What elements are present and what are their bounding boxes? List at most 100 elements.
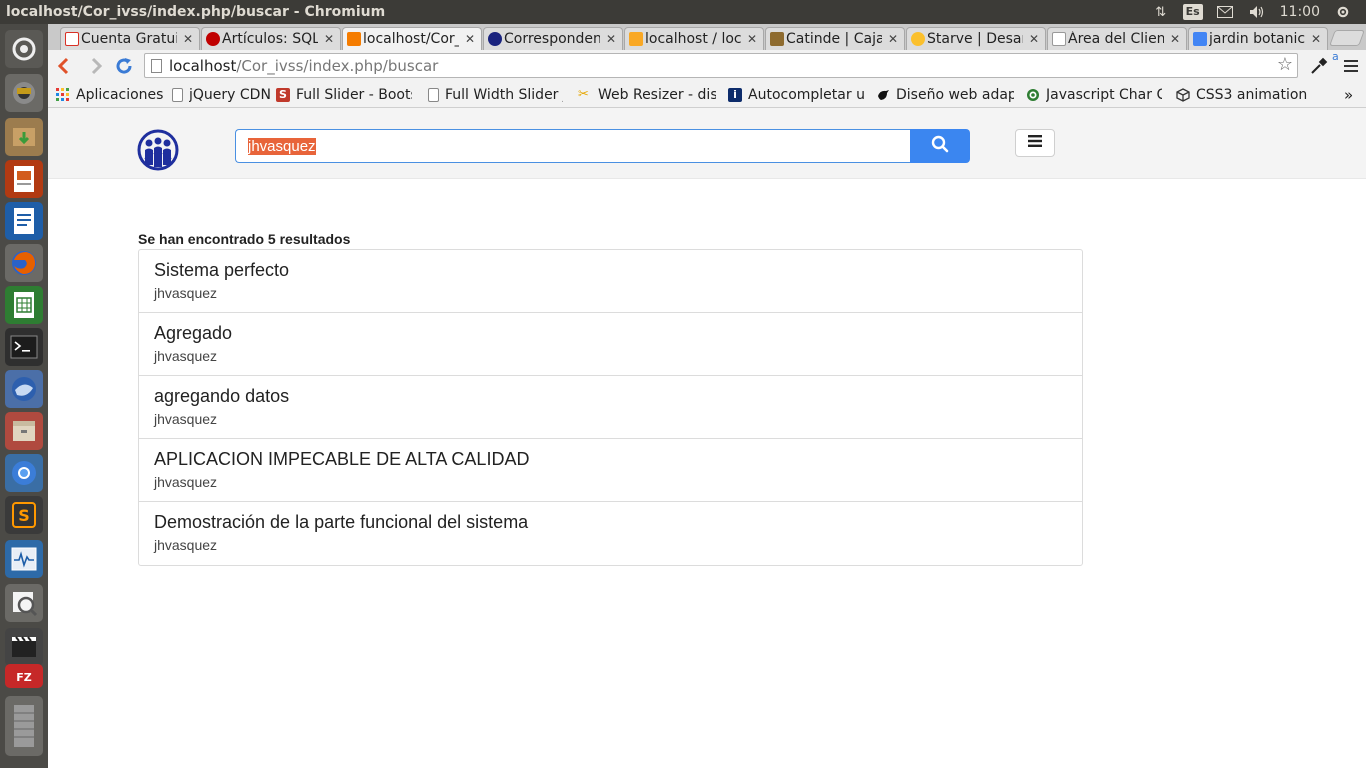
- system-monitor-icon[interactable]: [5, 540, 43, 578]
- network-transfer-icon[interactable]: ⇅: [1152, 5, 1170, 20]
- bookmark-jquery-cdn[interactable]: jQuery CDN: [172, 86, 272, 104]
- mail-icon[interactable]: [1216, 5, 1234, 19]
- bird-icon: [876, 88, 890, 102]
- browser-toolbar: localhost/Cor_ivss/index.php/buscar ☆ a: [48, 50, 1366, 82]
- page-icon: [151, 59, 162, 73]
- terminal-icon[interactable]: [5, 328, 43, 366]
- bookmarks-overflow-chevron-icon[interactable]: »: [1344, 86, 1356, 104]
- google-icon: [1193, 32, 1207, 46]
- result-author: jhvasquez: [154, 537, 218, 553]
- clock[interactable]: 11:00: [1280, 4, 1320, 20]
- libreoffice-writer-icon[interactable]: [5, 202, 43, 240]
- search-input[interactable]: jhvasquez: [235, 129, 911, 163]
- close-icon[interactable]: ✕: [747, 32, 757, 46]
- bookmark-full-width-slider[interactable]: Full Width Slider jq: [428, 86, 566, 104]
- menu-toggle-button[interactable]: [1015, 129, 1055, 157]
- result-item[interactable]: Agregado jhvasquez: [139, 313, 1082, 376]
- bookmark-star-icon[interactable]: ☆: [1277, 54, 1293, 75]
- tab-localhost-phpmyadmin[interactable]: localhost / localhost ✕: [624, 27, 764, 50]
- trash-icon[interactable]: [5, 696, 43, 756]
- phpmyadmin-icon: [629, 32, 643, 46]
- libreoffice-calc-icon[interactable]: [5, 286, 43, 324]
- gmail-icon: [65, 32, 79, 46]
- close-icon[interactable]: ✕: [465, 32, 475, 46]
- libreoffice-impress-icon[interactable]: [5, 160, 43, 198]
- back-button[interactable]: [52, 54, 76, 78]
- result-item[interactable]: Sistema perfecto jhvasquez: [139, 250, 1082, 313]
- bookmark-aplicaciones[interactable]: Aplicaciones: [56, 86, 168, 104]
- new-tab-button[interactable]: [1329, 30, 1365, 46]
- translate-extension-icon[interactable]: a: [1332, 50, 1342, 63]
- result-item[interactable]: Demostración de la parte funcional del s…: [139, 502, 1082, 565]
- volume-icon[interactable]: [1248, 5, 1266, 19]
- sublime-text-icon[interactable]: S: [5, 496, 43, 534]
- tab-articulos-sql[interactable]: Artículos: SQL ✕: [201, 27, 341, 50]
- close-icon[interactable]: ✕: [606, 32, 616, 46]
- thunderbird-icon[interactable]: [5, 370, 43, 408]
- result-item[interactable]: agregando datos jhvasquez: [139, 376, 1082, 439]
- close-icon[interactable]: ✕: [183, 32, 193, 46]
- tab-area-del-cliente[interactable]: Área del Cliente ✕: [1047, 27, 1187, 50]
- eyedropper-extension-icon[interactable]: [1310, 57, 1328, 75]
- oracle-icon: [206, 32, 220, 46]
- bookmark-web-resizer[interactable]: ✂ Web Resizer - dism: [578, 86, 718, 104]
- scissors-icon: ✂: [578, 87, 589, 102]
- result-author: jhvasquez: [154, 348, 218, 364]
- tab-localhost-cor-ivss[interactable]: localhost/Cor_ivss ✕: [342, 27, 482, 50]
- video-editor-icon[interactable]: [5, 628, 43, 666]
- bookmark-autocompletar[interactable]: i Autocompletar un: [728, 86, 868, 104]
- cube-icon: [1176, 88, 1190, 102]
- xampp-icon: [347, 32, 361, 46]
- reload-button[interactable]: [112, 54, 136, 78]
- image-viewer-icon[interactable]: [5, 584, 43, 622]
- search-button[interactable]: [910, 129, 970, 163]
- result-title[interactable]: agregando datos: [154, 386, 1067, 406]
- family-logo-icon[interactable]: [137, 129, 179, 171]
- close-icon[interactable]: ✕: [888, 32, 898, 46]
- address-bar[interactable]: localhost/Cor_ivss/index.php/buscar ☆: [144, 53, 1298, 78]
- tab-cuenta-gratuita[interactable]: Cuenta Gratuita ✕: [60, 27, 200, 50]
- bookmark-css3-animation[interactable]: CSS3 animation eff: [1176, 86, 1318, 104]
- close-icon[interactable]: ✕: [1311, 32, 1321, 46]
- bookmarks-bar: Aplicaciones jQuery CDN S Full Slider - …: [48, 82, 1366, 108]
- tab-correspondencia[interactable]: Correspondencia ✕: [483, 27, 623, 50]
- filezilla-icon[interactable]: FZ: [5, 664, 43, 688]
- star-icon: [911, 32, 925, 46]
- s-logo-icon: S: [276, 88, 290, 102]
- close-icon[interactable]: ✕: [1029, 32, 1039, 46]
- results-list: Sistema perfecto jhvasquez Agregado jhva…: [138, 249, 1083, 566]
- bookmark-javascript-char-codes[interactable]: Javascript Char Co: [1026, 86, 1168, 104]
- system-tray: ⇅ Es 11:00: [1152, 0, 1366, 24]
- bookmark-diseno-web-adaptable[interactable]: Diseño web adapta: [876, 86, 1018, 104]
- site-header: jhvasquez: [48, 108, 1366, 179]
- result-author: jhvasquez: [154, 474, 218, 490]
- settings-gear-icon[interactable]: [1334, 5, 1352, 19]
- chromium-icon[interactable]: [5, 454, 43, 492]
- close-icon[interactable]: ✕: [324, 32, 334, 46]
- tab-starve[interactable]: Starve | Desarrollo ✕: [906, 27, 1046, 50]
- result-author: jhvasquez: [154, 411, 218, 427]
- browser-tab-strip: Cuenta Gratuita ✕ Artículos: SQL ✕ local…: [48, 24, 1366, 50]
- result-title[interactable]: APLICACION IMPECABLE DE ALTA CALIDAD: [154, 449, 1067, 469]
- close-icon[interactable]: ✕: [1170, 32, 1180, 46]
- package-installer-icon[interactable]: [5, 118, 43, 156]
- result-item[interactable]: APLICACION IMPECABLE DE ALTA CALIDAD jhv…: [139, 439, 1082, 502]
- firefox-icon[interactable]: [5, 244, 43, 282]
- dash-home-icon[interactable]: [5, 30, 43, 68]
- forward-button[interactable]: [84, 54, 108, 78]
- archive-manager-icon[interactable]: [5, 412, 43, 450]
- result-title[interactable]: Agregado: [154, 323, 1067, 343]
- system-settings-icon[interactable]: [5, 74, 43, 112]
- chrome-menu-button[interactable]: [1344, 59, 1358, 73]
- result-author: jhvasquez: [154, 285, 218, 301]
- keyboard-layout-indicator[interactable]: Es: [1182, 4, 1203, 20]
- hamburger-menu-icon: [1028, 135, 1042, 151]
- bookmark-full-slider[interactable]: S Full Slider - Bootstr: [276, 86, 414, 104]
- catinde-icon: [770, 32, 784, 46]
- tab-catinde-caja[interactable]: Catinde | Caja ✕: [765, 27, 905, 50]
- result-title[interactable]: Demostración de la parte funcional del s…: [154, 512, 1067, 532]
- tab-jardin-botanico[interactable]: jardin botanico ✕: [1188, 27, 1328, 50]
- result-title[interactable]: Sistema perfecto: [154, 260, 1067, 280]
- page-content: jhvasquez Se han encontrado 5 resultados…: [48, 108, 1366, 768]
- page-icon: [172, 88, 183, 102]
